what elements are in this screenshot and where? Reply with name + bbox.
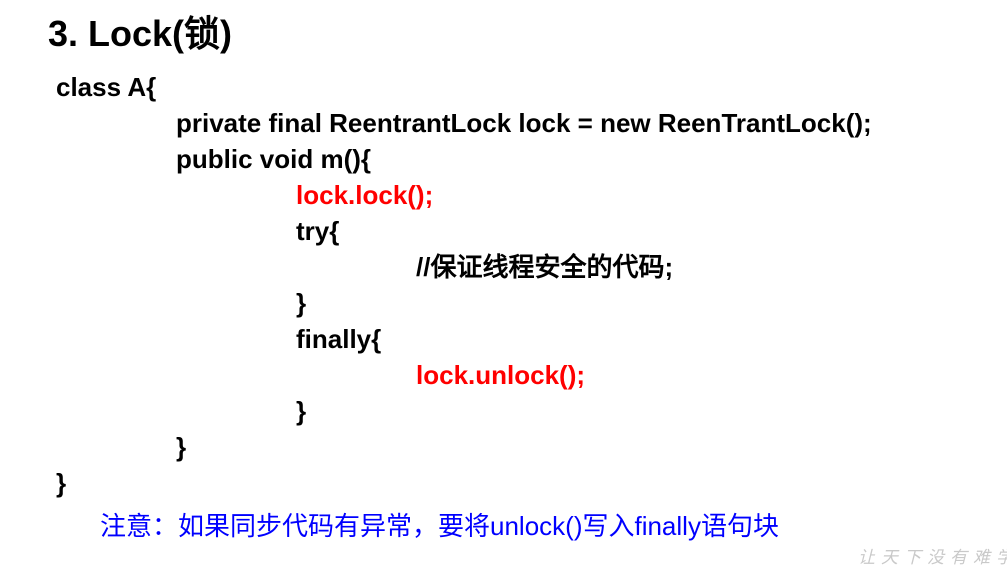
code-method-declaration: public void m(){ xyxy=(176,144,371,174)
code-comment: //保证线程安全的代码; xyxy=(416,252,674,282)
code-finally-open: finally{ xyxy=(296,324,382,354)
slide-title: 3. Lock(锁) xyxy=(48,13,233,54)
code-field-declaration: private final ReentrantLock lock = new R… xyxy=(176,108,872,138)
code-class-close: } xyxy=(56,468,67,498)
watermark: 让天下没有难学 xyxy=(858,548,1007,567)
code-finally-close: } xyxy=(296,396,307,426)
code-try-close: } xyxy=(296,288,307,318)
code-try-open: try{ xyxy=(296,216,340,246)
code-method-close: } xyxy=(176,432,187,462)
code-lock-call: lock.lock(); xyxy=(296,180,434,210)
note-text: 注意：如果同步代码有异常，要将unlock()写入finally语句块 xyxy=(100,511,779,541)
code-class-declaration: class A{ xyxy=(56,72,157,102)
code-unlock-call: lock.unlock(); xyxy=(416,360,586,390)
